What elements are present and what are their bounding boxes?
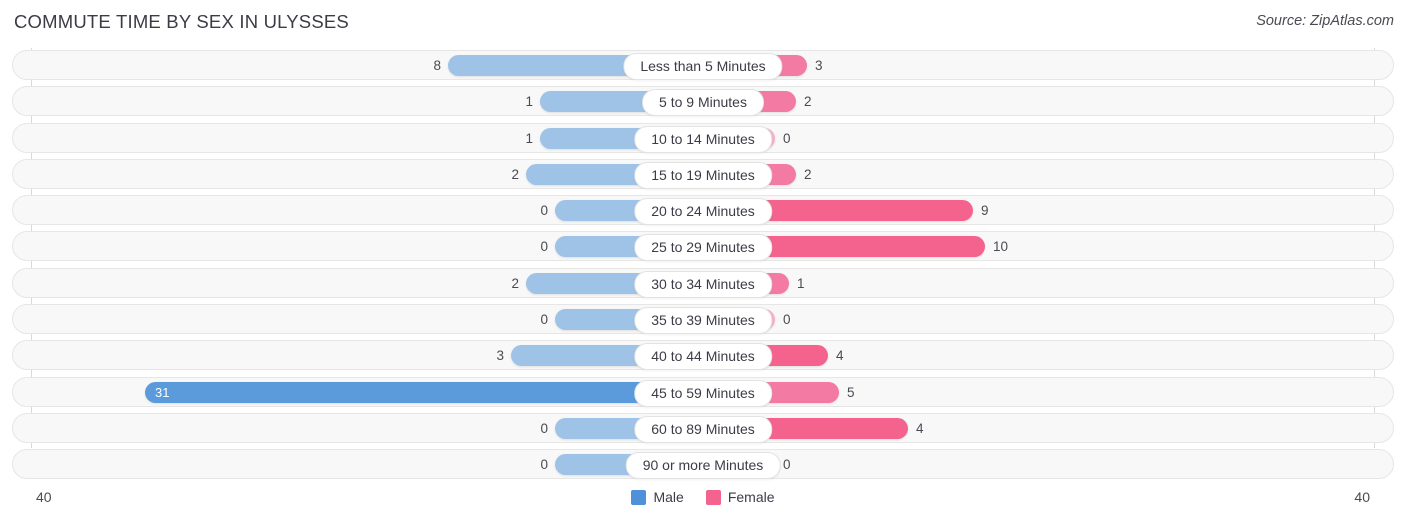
legend-swatch-male-icon [631,489,647,505]
category-label[interactable]: 20 to 24 Minutes [634,198,772,226]
value-label-male: 2 [511,275,519,291]
value-label-male: 2 [511,166,519,182]
value-label-male: 0 [540,203,548,219]
table-row[interactable]: 0 0 35 to 39 Minutes [12,304,1394,335]
value-label-male: 1 [525,130,533,146]
value-label-female: 9 [981,203,989,219]
table-row[interactable]: 0 9 20 to 24 Minutes [12,195,1394,226]
legend-label-female: Female [727,489,775,505]
value-label-male: 0 [540,312,548,328]
category-label[interactable]: 40 to 44 Minutes [634,343,772,371]
legend-label-male: Male [653,489,684,505]
category-label[interactable]: Less than 5 Minutes [623,53,783,80]
category-label[interactable]: 30 to 34 Minutes [634,270,772,298]
category-label[interactable]: 5 to 9 Minutes [642,89,764,117]
legend: Male Female [0,489,1406,505]
value-label-male: 0 [540,457,548,473]
value-label-female: 2 [804,94,812,110]
table-row[interactable]: 0 0 90 or more Minutes [12,449,1394,480]
bar-male[interactable] [145,381,703,403]
category-label[interactable]: 15 to 19 Minutes [634,161,772,189]
value-label-male: 8 [433,58,441,73]
bar-rows: 8 3 Less than 5 Minutes 1 2 5 to 9 Minutes 1 0 1… [12,50,1394,486]
category-label[interactable]: 10 to 14 Minutes [634,125,772,153]
value-label-female: 2 [804,166,812,182]
value-label-female: 5 [847,384,855,400]
value-label-female: 0 [783,312,791,328]
chart-footer: 40 40 Male Female [0,486,1406,522]
table-row[interactable]: 1 2 5 to 9 Minutes [12,86,1394,117]
value-label-female: 10 [993,239,1009,255]
plot-area: 8 3 Less than 5 Minutes 1 2 5 to 9 Minutes 1 0 1… [0,46,1406,486]
page-title: COMMUTE TIME BY SEX IN ULYSSES [14,11,349,32]
chart-header: COMMUTE TIME BY SEX IN ULYSSES Source: Z… [0,0,1406,44]
category-label[interactable]: 60 to 89 Minutes [634,415,772,443]
legend-item-male[interactable]: Male [631,489,684,505]
table-row[interactable]: 2 1 30 to 34 Minutes [12,267,1394,298]
value-label-female: 0 [783,457,791,473]
table-row[interactable]: 0 10 25 to 29 Minutes [12,231,1394,262]
category-label[interactable]: 90 or more Minutes [625,452,781,480]
table-row[interactable]: 31 5 45 to 59 Minutes [12,376,1394,407]
table-row[interactable]: 0 4 60 to 89 Minutes [12,412,1394,443]
source-attribution: Source: ZipAtlas.com [1256,13,1394,29]
table-row[interactable]: 2 2 15 to 19 Minutes [12,158,1394,189]
table-row[interactable]: 3 4 40 to 44 Minutes [12,340,1394,371]
value-label-male: 31 [155,384,170,400]
table-row[interactable]: 8 3 Less than 5 Minutes [12,50,1394,80]
category-label[interactable]: 25 to 29 Minutes [634,234,772,262]
value-label-female: 1 [797,275,805,291]
chart-container: COMMUTE TIME BY SEX IN ULYSSES Source: Z… [0,0,1406,522]
value-label-male: 1 [525,94,533,110]
value-label-female: 3 [815,58,823,73]
value-label-male: 0 [540,239,548,255]
category-label[interactable]: 45 to 59 Minutes [634,379,772,407]
table-row[interactable]: 1 0 10 to 14 Minutes [12,122,1394,153]
value-label-male: 3 [496,348,504,364]
value-label-female: 4 [916,420,924,436]
value-label-female: 0 [783,130,791,146]
value-label-female: 4 [836,348,844,364]
value-label-male: 0 [540,420,548,436]
legend-swatch-female-icon [705,489,721,505]
category-label[interactable]: 35 to 39 Minutes [634,307,772,335]
legend-item-female[interactable]: Female [705,489,775,505]
